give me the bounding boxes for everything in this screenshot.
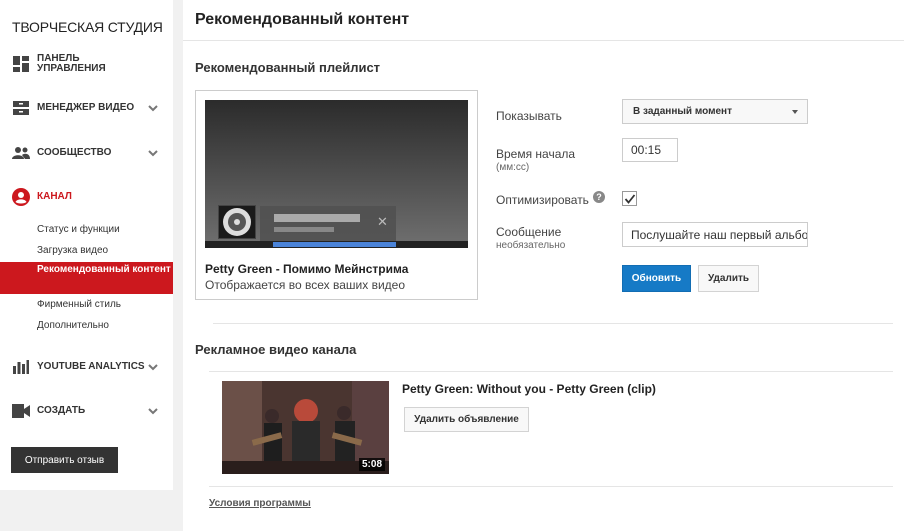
dropdown-arrow-icon [792, 110, 798, 114]
ad-video-title[interactable]: Petty Green: Without you - Petty Green (… [402, 382, 656, 396]
nav-analytics[interactable]: YOUTUBE ANALYTICS [0, 352, 173, 382]
playlist-description: Отображается во всех ваших видео [205, 278, 405, 292]
start-time-input[interactable] [622, 138, 678, 162]
playlist-preview-player[interactable]: ✕ [205, 100, 468, 248]
chevron-down-icon[interactable] [148, 406, 158, 416]
start-time-label-group: Время начала (мм:сс) [496, 147, 575, 175]
nav-analytics-label: YOUTUBE ANALYTICS [37, 361, 145, 372]
nav-community[interactable]: СООБЩЕСТВО [0, 138, 173, 168]
nav-video-manager[interactable]: МЕНЕДЖЕР ВИДЕО [0, 93, 173, 123]
playlist-name: Petty Green - Помимо Мейнстрима [205, 262, 409, 276]
start-time-sublabel: (мм:сс) [496, 162, 530, 173]
playlist-overlay-popup: ✕ [260, 206, 396, 242]
message-label-group: Сообщение необязательно [496, 225, 565, 253]
program-terms-link[interactable]: Условия программы [209, 498, 311, 509]
chevron-down-icon[interactable] [148, 103, 158, 113]
subnav-advanced[interactable]: Дополнительно [0, 320, 173, 332]
nav-create-label: СОЗДАТЬ [37, 405, 86, 416]
nav-dashboard-label: ПАНЕЛЬ УПРАВЛЕНИЯ [37, 53, 106, 74]
nav-video-manager-label: МЕНЕДЖЕР ВИДЕО [37, 102, 135, 113]
ad-video-duration: 5:08 [358, 458, 385, 471]
start-time-label: Время начала [496, 147, 576, 161]
subnav-upload[interactable]: Загрузка видео [0, 245, 173, 257]
update-button[interactable]: Обновить [622, 265, 691, 292]
video-manager-icon [11, 98, 31, 118]
nav-community-label: СООБЩЕСТВО [37, 147, 112, 158]
show-timing-value: В заданный момент [633, 106, 732, 117]
subnav-featured-content[interactable]: Рекомендованный контент [0, 262, 173, 294]
message-sublabel: необязательно [496, 240, 566, 251]
close-icon[interactable]: ✕ [377, 215, 388, 228]
nav-dashboard[interactable]: ПАНЕЛЬ УПРАВЛЕНИЯ [0, 49, 173, 79]
optimize-checkbox[interactable] [622, 191, 637, 206]
section-divider [213, 323, 893, 324]
subnav-branding[interactable]: Фирменный стиль [0, 299, 173, 311]
help-icon[interactable]: ? [593, 191, 605, 203]
sidebar-footer [0, 490, 173, 531]
chevron-down-icon[interactable] [148, 362, 158, 372]
message-input[interactable] [622, 222, 808, 247]
dashboard-icon [11, 54, 31, 74]
nav-create[interactable]: СОЗДАТЬ [0, 396, 173, 426]
playlist-thumbnail [218, 205, 256, 239]
send-feedback-button[interactable]: Отправить отзыв [11, 447, 118, 473]
remove-ad-button[interactable]: Удалить объявление [404, 407, 529, 432]
nav-channel-label: КАНАЛ [37, 191, 72, 202]
chevron-down-icon[interactable] [148, 148, 158, 158]
community-icon [11, 143, 31, 163]
ad-section-title: Рекламное видео канала [195, 342, 357, 357]
header-divider [183, 40, 904, 41]
optimize-label: Оптимизировать [496, 193, 589, 207]
create-icon [11, 401, 31, 421]
delete-button[interactable]: Удалить [698, 265, 759, 292]
studio-title: ТВОРЧЕСКАЯ СТУДИЯ [12, 19, 163, 35]
message-label: Сообщение [496, 225, 562, 239]
ad-bottom-divider [209, 486, 893, 487]
show-timing-select[interactable]: В заданный момент [622, 99, 808, 124]
show-label: Показывать [496, 109, 562, 123]
checkmark-icon [624, 193, 635, 204]
playlist-card: ✕ Petty Green - Помимо Мейнстрима Отобра… [195, 90, 478, 300]
player-progress-fill [273, 242, 396, 247]
nav-channel[interactable]: КАНАЛ [0, 182, 173, 212]
subnav-status[interactable]: Статус и функции [0, 224, 173, 236]
ad-video-thumbnail[interactable]: 5:08 [222, 381, 389, 474]
ad-top-divider [209, 371, 893, 372]
main-content: Рекомендованный контент Рекомендованный … [183, 0, 904, 531]
channel-icon [11, 187, 31, 207]
sidebar: ТВОРЧЕСКАЯ СТУДИЯ ПАНЕЛЬ УПРАВЛЕНИЯ МЕНЕ… [0, 0, 173, 531]
playlist-section-title: Рекомендованный плейлист [195, 60, 381, 75]
analytics-icon [11, 357, 31, 377]
page-title: Рекомендованный контент [195, 11, 410, 28]
